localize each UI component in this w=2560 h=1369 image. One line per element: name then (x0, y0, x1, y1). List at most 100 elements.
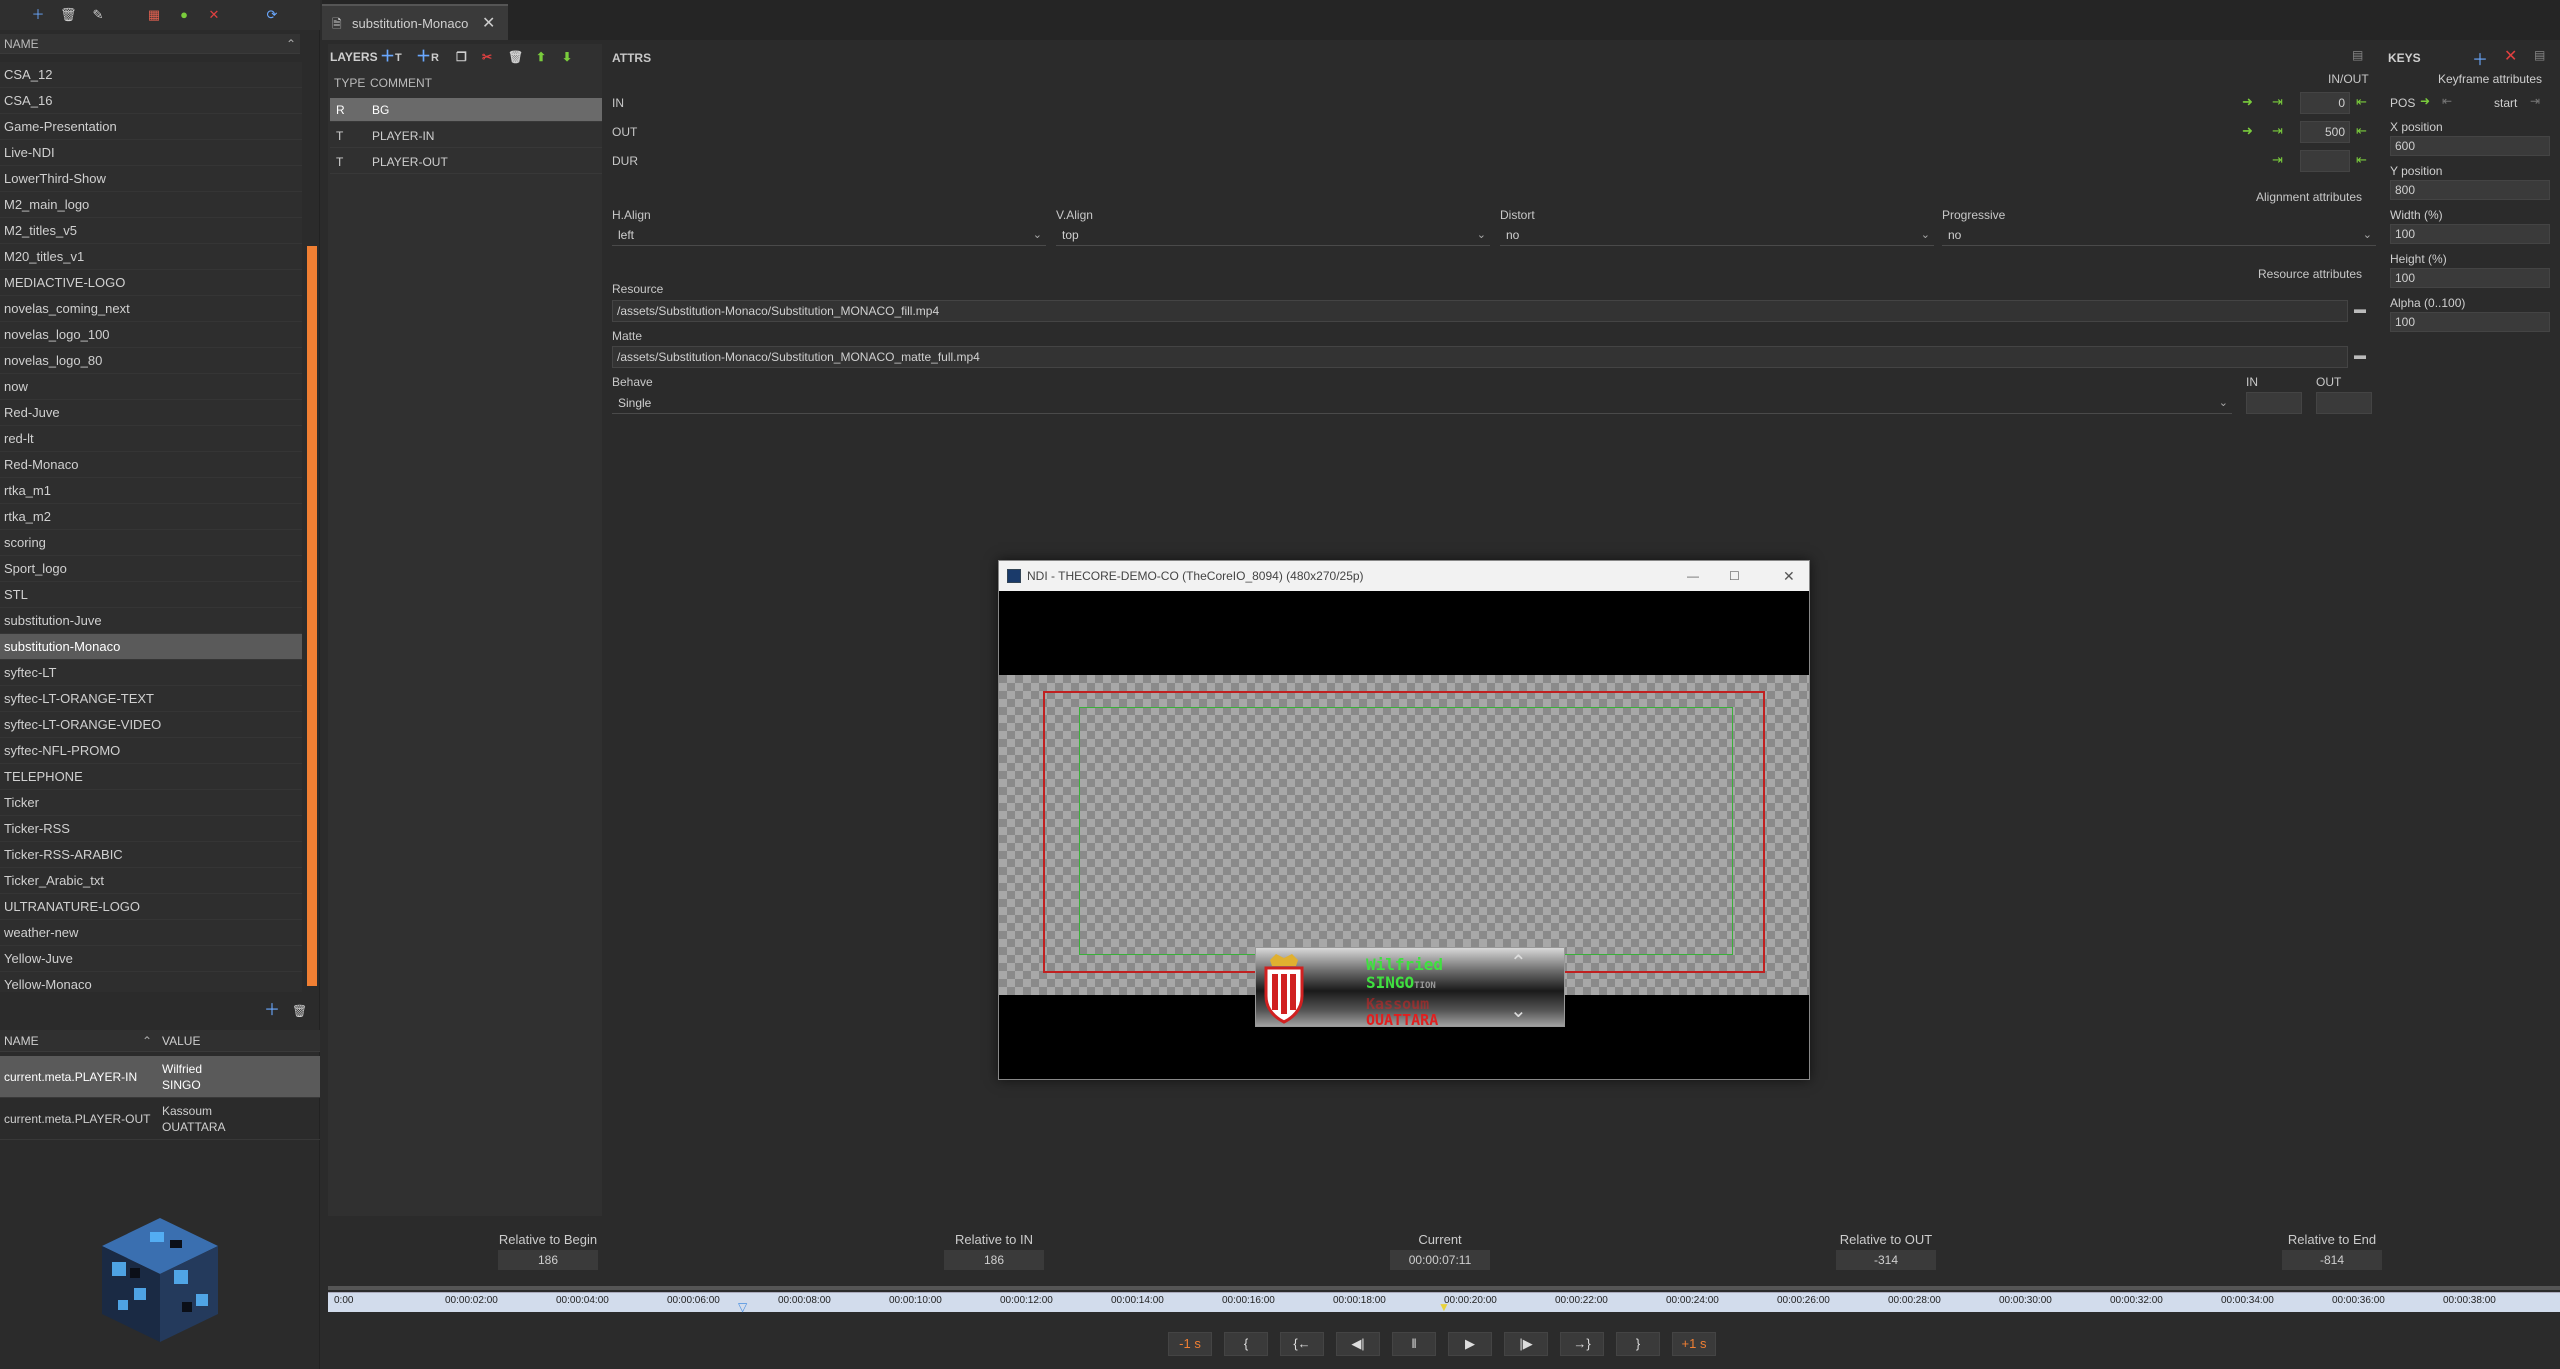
template-list-item[interactable]: Ticker (0, 790, 302, 816)
minus-1s-button[interactable]: -1 s (1168, 1332, 1212, 1356)
template-list-item[interactable]: rtka_m2 (0, 504, 302, 530)
progressive-select[interactable]: no ⌄ (1942, 224, 2376, 246)
set-dur-icon[interactable]: ⇥ (2272, 152, 2283, 168)
set-out-icon[interactable]: ⇥ (2272, 123, 2283, 139)
goto-out-icon[interactable]: ⇤ (2356, 123, 2367, 139)
template-list-item[interactable]: novelas_logo_80 (0, 348, 302, 374)
tab-substitution-monaco[interactable]: 🗎 substitution-Monaco ✕ (322, 4, 508, 40)
step-forward-button[interactable]: |▶ (1504, 1332, 1548, 1356)
alpha-field[interactable]: 100 (2390, 312, 2550, 332)
goto-in-icon[interactable]: ⇤ (2356, 94, 2367, 110)
move-down-icon[interactable]: ⬇ (562, 44, 572, 70)
calendar-icon[interactable]: ▦ (146, 7, 162, 23)
mark-in-button[interactable]: { (1224, 1332, 1268, 1356)
behave-out-field[interactable] (2316, 392, 2372, 414)
template-list-item[interactable]: Red-Monaco (0, 452, 302, 478)
x-position-field[interactable]: 600 (2390, 136, 2550, 156)
template-list-item[interactable]: Yellow-Monaco (0, 972, 302, 992)
pause-button[interactable]: ‖ (1392, 1332, 1436, 1356)
play-in-icon[interactable]: ➜ (2242, 94, 2253, 110)
play-out-icon[interactable]: ➜ (2242, 123, 2253, 139)
matte-field[interactable]: /assets/Substitution-Monaco/Substitution… (612, 346, 2348, 368)
template-list-item[interactable]: LowerThird-Show (0, 166, 302, 192)
set-in-icon[interactable]: ⇥ (2272, 94, 2283, 110)
add-key-icon[interactable]: ＋ (2472, 46, 2488, 70)
plus-1s-button[interactable]: +1 s (1672, 1332, 1716, 1356)
goto-dur-icon[interactable]: ⇤ (2356, 152, 2367, 168)
template-list-item[interactable]: now (0, 374, 302, 400)
layer-row-player-in[interactable]: T PLAYER-IN (330, 124, 602, 148)
meta-name-header[interactable]: NAME (4, 1030, 39, 1052)
add-template-icon[interactable]: ＋ (264, 1003, 280, 1019)
dur-field[interactable] (2300, 150, 2350, 172)
template-list-item[interactable]: Game-Presentation (0, 114, 302, 140)
add-resource-layer-icon[interactable]: ＋R (416, 44, 439, 71)
template-list-item[interactable]: M2_titles_v5 (0, 218, 302, 244)
close-icon[interactable]: ✕ (482, 13, 495, 33)
template-list-item[interactable]: MEDIACTIVE-LOGO (0, 270, 302, 296)
step-back-button[interactable]: ◀| (1336, 1332, 1380, 1356)
y-position-field[interactable]: 800 (2390, 180, 2550, 200)
template-list-item[interactable]: syftec-NFL-PROMO (0, 738, 302, 764)
meta-value-header[interactable]: VALUE (162, 1030, 200, 1052)
template-list-item[interactable]: M2_main_logo (0, 192, 302, 218)
template-list-item[interactable]: Red-Juve (0, 400, 302, 426)
goto-in-button[interactable]: {← (1280, 1332, 1324, 1356)
template-list-item[interactable]: Ticker-RSS (0, 816, 302, 842)
playhead-icon[interactable]: ▼ (1438, 1300, 1450, 1314)
template-list-item[interactable]: syftec-LT (0, 660, 302, 686)
browse-resource-icon[interactable]: ▬ (2354, 302, 2366, 316)
browse-matte-icon[interactable]: ▬ (2354, 348, 2366, 362)
template-list-item[interactable]: Ticker_Arabic_txt (0, 868, 302, 894)
prev-key-icon[interactable]: ⇤ (2442, 94, 2452, 108)
layer-row-bg[interactable]: R BG (330, 98, 602, 122)
resource-field[interactable]: /assets/Substitution-Monaco/Substitution… (612, 300, 2348, 322)
template-list-item[interactable]: Sport_logo (0, 556, 302, 582)
width-field[interactable]: 100 (2390, 224, 2550, 244)
height-field[interactable]: 100 (2390, 268, 2550, 288)
maximize-icon[interactable]: ☐ (1729, 561, 1740, 591)
in-field[interactable]: 0 (2300, 92, 2350, 114)
template-list-item[interactable]: CSA_16 (0, 88, 302, 114)
cut-icon[interactable]: ✂ (482, 44, 492, 70)
meta-row[interactable]: current.meta.PLAYER-OUT Kassoum OUATTARA (0, 1098, 320, 1140)
distort-select[interactable]: no ⌄ (1500, 224, 1934, 246)
template-list-item[interactable]: scoring (0, 530, 302, 556)
in-marker-icon[interactable]: ▽ (738, 1300, 747, 1314)
template-list-item[interactable]: STL (0, 582, 302, 608)
edit-icon[interactable]: ✎ (90, 7, 106, 23)
play-out-icon[interactable]: ● (176, 7, 192, 23)
meta-row[interactable]: current.meta.PLAYER-IN Wilfried SINGO (0, 1056, 320, 1098)
behave-in-field[interactable] (2246, 392, 2302, 414)
template-list-item[interactable]: TELEPHONE (0, 764, 302, 790)
next-key-icon[interactable]: ⇥ (2530, 94, 2540, 108)
remove-key-icon[interactable]: ✕ (2504, 46, 2517, 66)
template-list-item[interactable]: M20_titles_v1 (0, 244, 302, 270)
template-list-item[interactable]: Yellow-Juve (0, 946, 302, 972)
layer-row-player-out[interactable]: T PLAYER-OUT (330, 150, 602, 174)
copy-icon[interactable]: ❐ (456, 44, 467, 70)
name-column-header[interactable]: NAME ⌃ (0, 34, 300, 54)
halign-select[interactable]: left ⌄ (612, 224, 1046, 246)
template-list-item[interactable]: CSA_12 (0, 62, 302, 88)
type-column-header[interactable]: TYPE (334, 76, 365, 90)
save-key-icon[interactable]: ▤ (2534, 48, 2545, 62)
template-list-item[interactable]: red-lt (0, 426, 302, 452)
template-list-item[interactable]: substitution-Monaco (0, 634, 302, 660)
valign-select[interactable]: top ⌄ (1056, 224, 1490, 246)
out-field[interactable]: 500 (2300, 121, 2350, 143)
meta-sort-icon[interactable]: ⌃ (142, 1030, 152, 1052)
sort-arrow-icon[interactable]: ⌃ (286, 34, 296, 54)
refresh-icon[interactable]: ⟳ (264, 7, 280, 23)
add-icon[interactable]: ＋ (30, 7, 46, 23)
template-list-item[interactable]: substitution-Juve (0, 608, 302, 634)
minimize-icon[interactable]: — (1687, 561, 1699, 591)
delete-layer-icon[interactable]: 🗑 (508, 44, 523, 70)
stop-icon[interactable]: ✕ (206, 7, 222, 23)
template-list-item[interactable]: rtka_m1 (0, 478, 302, 504)
goto-out-button[interactable]: →} (1560, 1332, 1604, 1356)
meta-value[interactable]: Wilfried SINGO (162, 1061, 312, 1093)
mark-out-button[interactable]: } (1616, 1332, 1660, 1356)
template-list-item[interactable]: Live-NDI (0, 140, 302, 166)
play-button[interactable]: ▶ (1448, 1332, 1492, 1356)
